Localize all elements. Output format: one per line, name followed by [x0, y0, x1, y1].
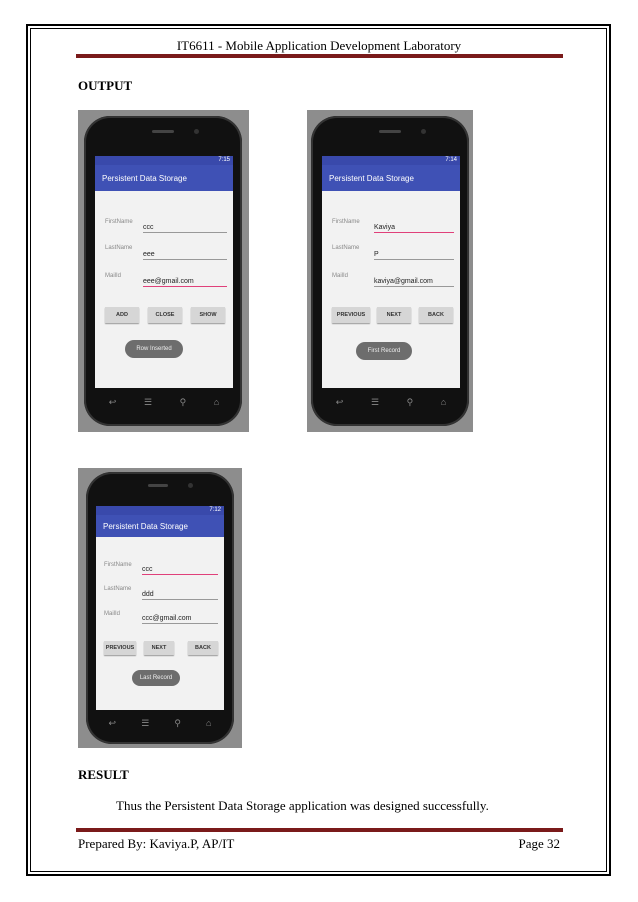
next-button[interactable]: NEXT — [377, 307, 411, 323]
result-heading: RESULT — [78, 767, 129, 782]
recent-apps-icon[interactable]: ☰ — [144, 397, 152, 408]
back-icon[interactable]: ↩ — [109, 397, 117, 408]
firstname-label: FirstName — [105, 219, 133, 225]
lastname-label: LastName — [104, 586, 132, 592]
back-button[interactable]: BACK — [188, 641, 218, 655]
firstname-field[interactable]: ccc — [143, 224, 227, 233]
mailid-field[interactable]: eee@gmail.com — [143, 278, 227, 287]
header-rule — [76, 54, 563, 58]
status-bar: 7:14 — [322, 156, 460, 165]
recent-apps-icon[interactable]: ☰ — [371, 397, 379, 408]
status-bar: 7:12 — [96, 506, 224, 515]
home-icon[interactable]: ⌂ — [206, 718, 211, 728]
close-button[interactable]: CLOSE — [148, 307, 182, 323]
lastname-label: LastName — [105, 245, 133, 251]
toast-message: First Record — [356, 342, 412, 360]
toast-message: Row Inserted — [125, 340, 183, 358]
lastname-field[interactable]: P — [374, 251, 454, 260]
lastname-field[interactable]: ddd — [142, 591, 218, 600]
screenshot-3: 7:12 Persistent Data Storage FirstName c… — [78, 468, 242, 748]
screenshot-1: 7:15 Persistent Data Storage FirstName c… — [78, 110, 249, 432]
search-icon[interactable]: ⚲ — [407, 397, 414, 408]
status-bar: 7:15 — [95, 156, 233, 165]
phone-screen: 7:15 Persistent Data Storage FirstName c… — [95, 156, 233, 388]
footer-rule — [76, 828, 563, 832]
home-icon[interactable]: ⌂ — [214, 397, 219, 407]
output-heading: OUTPUT — [78, 78, 133, 93]
app-bar-title: Persistent Data Storage — [96, 515, 224, 537]
recent-apps-icon[interactable]: ☰ — [141, 718, 149, 729]
back-icon[interactable]: ↩ — [109, 718, 117, 729]
mailid-label: MailId — [105, 273, 122, 279]
toast-message: Last Record — [132, 670, 180, 686]
footer-page-number: Page 32 — [518, 836, 560, 851]
phone-frame: 7:14 Persistent Data Storage FirstName K… — [311, 116, 469, 426]
footer-author: Prepared By: Kaviya.P, AP/IT — [78, 836, 235, 851]
lastname-label: LastName — [332, 245, 360, 251]
app-bar-title: Persistent Data Storage — [322, 165, 460, 191]
nav-bar: ↩ ☰ ⚲ ⌂ — [322, 392, 460, 412]
home-icon[interactable]: ⌂ — [441, 397, 446, 407]
nav-bar: ↩ ☰ ⚲ ⌂ — [96, 714, 224, 732]
firstname-label: FirstName — [332, 219, 360, 225]
add-button[interactable]: ADD — [105, 307, 139, 323]
mailid-field[interactable]: ccc@gmail.com — [142, 615, 218, 624]
lastname-field[interactable]: eee — [143, 251, 227, 260]
search-icon[interactable]: ⚲ — [174, 718, 181, 729]
next-button[interactable]: NEXT — [144, 641, 174, 655]
phone-screen: 7:12 Persistent Data Storage FirstName c… — [96, 506, 224, 710]
phone-frame: 7:15 Persistent Data Storage FirstName c… — [84, 116, 242, 426]
result-text: Thus the Persistent Data Storage applica… — [116, 798, 489, 813]
app-bar-title: Persistent Data Storage — [95, 165, 233, 191]
previous-button[interactable]: PREVIOUS — [104, 641, 136, 655]
screenshot-2: 7:14 Persistent Data Storage FirstName K… — [307, 110, 473, 432]
page-header: IT6611 - Mobile Application Development … — [176, 38, 462, 53]
nav-bar: ↩ ☰ ⚲ ⌂ — [95, 392, 233, 412]
back-button[interactable]: BACK — [419, 307, 453, 323]
previous-button[interactable]: PREVIOUS — [332, 307, 370, 323]
phone-frame: 7:12 Persistent Data Storage FirstName c… — [86, 472, 234, 744]
mailid-label: MailId — [104, 611, 121, 617]
firstname-label: FirstName — [104, 562, 132, 568]
firstname-field[interactable]: Kaviya — [374, 224, 454, 233]
mailid-field[interactable]: kaviya@gmail.com — [374, 278, 454, 287]
mailid-label: MailId — [332, 273, 349, 279]
show-button[interactable]: SHOW — [191, 307, 225, 323]
search-icon[interactable]: ⚲ — [180, 397, 187, 408]
back-icon[interactable]: ↩ — [336, 397, 344, 408]
phone-screen: 7:14 Persistent Data Storage FirstName K… — [322, 156, 460, 388]
firstname-field[interactable]: ccc — [142, 566, 218, 575]
